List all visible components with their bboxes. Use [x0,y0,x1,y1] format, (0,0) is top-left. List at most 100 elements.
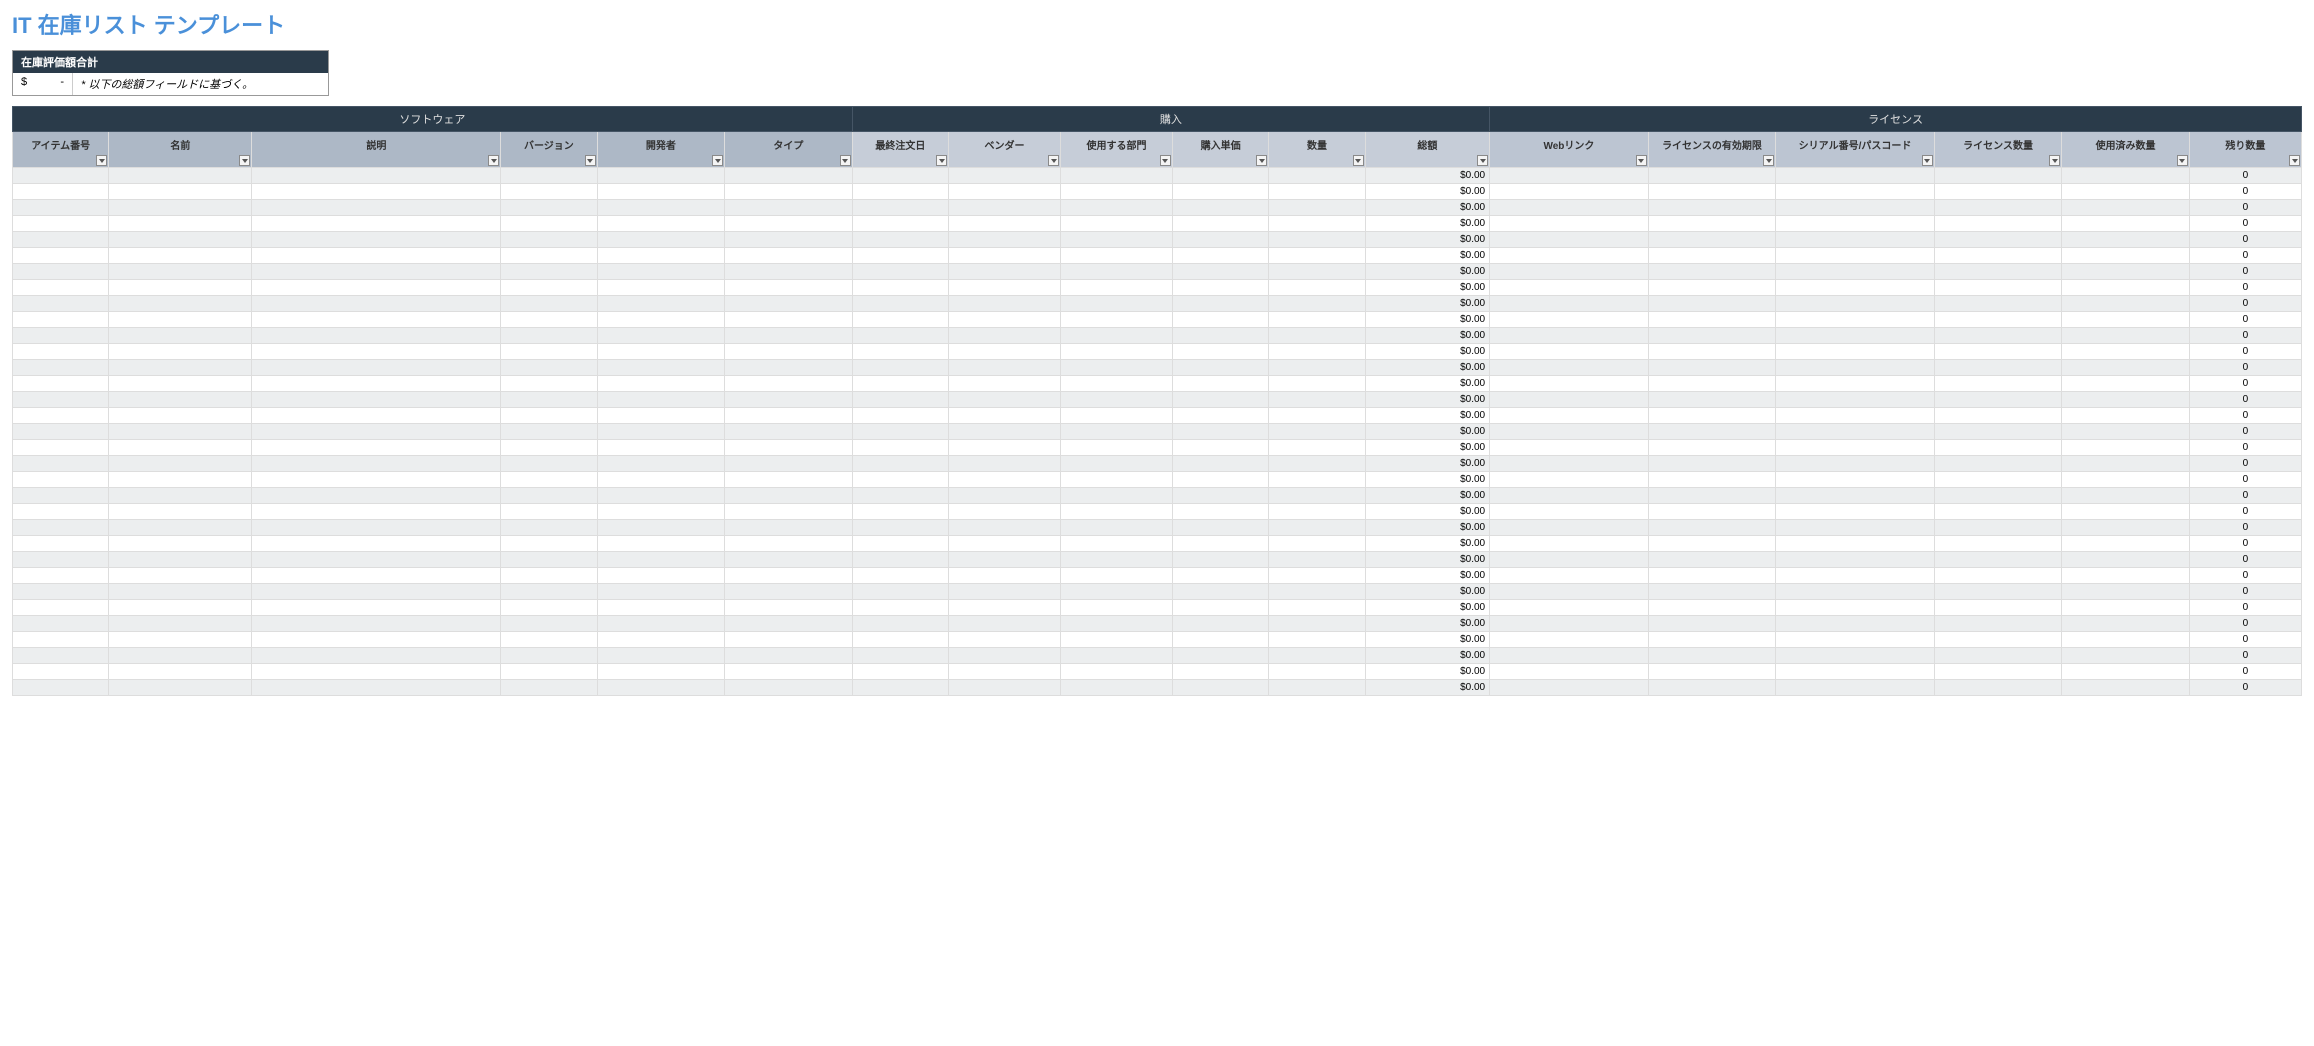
table-cell[interactable] [725,168,853,184]
table-cell[interactable] [725,584,853,600]
table-cell[interactable] [1648,440,1776,456]
col-version[interactable]: バージョン [501,132,597,168]
table-cell[interactable] [597,408,725,424]
table-cell[interactable] [1490,616,1649,632]
table-cell[interactable] [252,264,501,280]
table-cell[interactable] [725,680,853,696]
filter-icon[interactable] [1160,155,1171,166]
table-cell[interactable] [1648,456,1776,472]
table-cell[interactable] [1269,280,1365,296]
table-cell[interactable] [852,680,948,696]
table-cell[interactable] [2062,264,2190,280]
table-cell[interactable] [1776,552,1935,568]
table-cell[interactable] [1648,424,1776,440]
table-cell[interactable] [2062,360,2190,376]
table-cell[interactable] [109,296,252,312]
table-cell[interactable] [1776,312,1935,328]
table-cell[interactable] [1934,344,2062,360]
table-cell[interactable] [852,568,948,584]
table-cell[interactable]: $0.00 [1365,536,1489,552]
table-cell[interactable] [252,248,501,264]
table-cell[interactable] [2062,632,2190,648]
table-cell[interactable] [949,536,1061,552]
table-cell[interactable] [13,520,109,536]
table-cell[interactable]: $0.00 [1365,312,1489,328]
col-description[interactable]: 説明 [252,132,501,168]
table-cell[interactable] [2062,184,2190,200]
table-cell[interactable] [1490,264,1649,280]
table-cell[interactable] [501,360,597,376]
table-cell[interactable]: 0 [2189,216,2301,232]
table-cell[interactable] [13,168,109,184]
table-cell[interactable] [725,296,853,312]
table-cell[interactable] [109,616,252,632]
table-row[interactable]: $0.000 [13,456,2302,472]
table-cell[interactable] [501,200,597,216]
table-cell[interactable]: $0.00 [1365,232,1489,248]
table-cell[interactable] [1776,488,1935,504]
table-cell[interactable] [1172,376,1268,392]
table-cell[interactable]: $0.00 [1365,392,1489,408]
table-cell[interactable]: $0.00 [1365,408,1489,424]
table-cell[interactable] [852,424,948,440]
table-cell[interactable] [109,552,252,568]
col-web-link[interactable]: Webリンク [1490,132,1649,168]
table-cell[interactable] [1061,472,1173,488]
filter-icon[interactable] [936,155,947,166]
table-cell[interactable] [1061,376,1173,392]
table-cell[interactable] [725,328,853,344]
table-cell[interactable] [1776,648,1935,664]
table-cell[interactable] [597,456,725,472]
table-cell[interactable] [501,184,597,200]
table-cell[interactable] [109,472,252,488]
table-cell[interactable] [1269,680,1365,696]
table-row[interactable]: $0.000 [13,280,2302,296]
table-cell[interactable] [109,184,252,200]
table-cell[interactable] [109,424,252,440]
table-cell[interactable] [1776,680,1935,696]
table-cell[interactable] [1776,296,1935,312]
filter-icon[interactable] [712,155,723,166]
table-cell[interactable] [1776,216,1935,232]
table-cell[interactable] [1061,456,1173,472]
table-row[interactable]: $0.000 [13,600,2302,616]
table-cell[interactable] [1269,424,1365,440]
table-cell[interactable] [1776,360,1935,376]
table-cell[interactable] [1061,440,1173,456]
table-cell[interactable] [252,440,501,456]
table-cell[interactable] [2062,200,2190,216]
table-cell[interactable] [949,216,1061,232]
table-cell[interactable] [1776,344,1935,360]
table-cell[interactable] [1172,440,1268,456]
filter-icon[interactable] [1048,155,1059,166]
table-row[interactable]: $0.000 [13,488,2302,504]
table-row[interactable]: $0.000 [13,664,2302,680]
table-cell[interactable] [597,344,725,360]
table-cell[interactable] [1648,344,1776,360]
table-cell[interactable] [597,200,725,216]
table-cell[interactable] [13,232,109,248]
table-cell[interactable] [109,232,252,248]
table-cell[interactable] [252,680,501,696]
table-cell[interactable] [2062,408,2190,424]
table-cell[interactable] [1776,408,1935,424]
table-cell[interactable] [1490,536,1649,552]
filter-icon[interactable] [585,155,596,166]
table-cell[interactable] [109,664,252,680]
table-cell[interactable] [501,648,597,664]
table-cell[interactable] [1490,392,1649,408]
table-cell[interactable] [1776,440,1935,456]
table-cell[interactable] [1776,200,1935,216]
table-cell[interactable] [1934,328,2062,344]
table-cell[interactable] [1172,648,1268,664]
table-cell[interactable] [1776,392,1935,408]
table-cell[interactable] [1269,488,1365,504]
table-cell[interactable]: $0.00 [1365,248,1489,264]
table-cell[interactable] [1269,408,1365,424]
filter-icon[interactable] [1763,155,1774,166]
table-row[interactable]: $0.000 [13,296,2302,312]
table-row[interactable]: $0.000 [13,184,2302,200]
table-cell[interactable] [725,616,853,632]
table-cell[interactable] [1490,328,1649,344]
table-cell[interactable] [852,168,948,184]
